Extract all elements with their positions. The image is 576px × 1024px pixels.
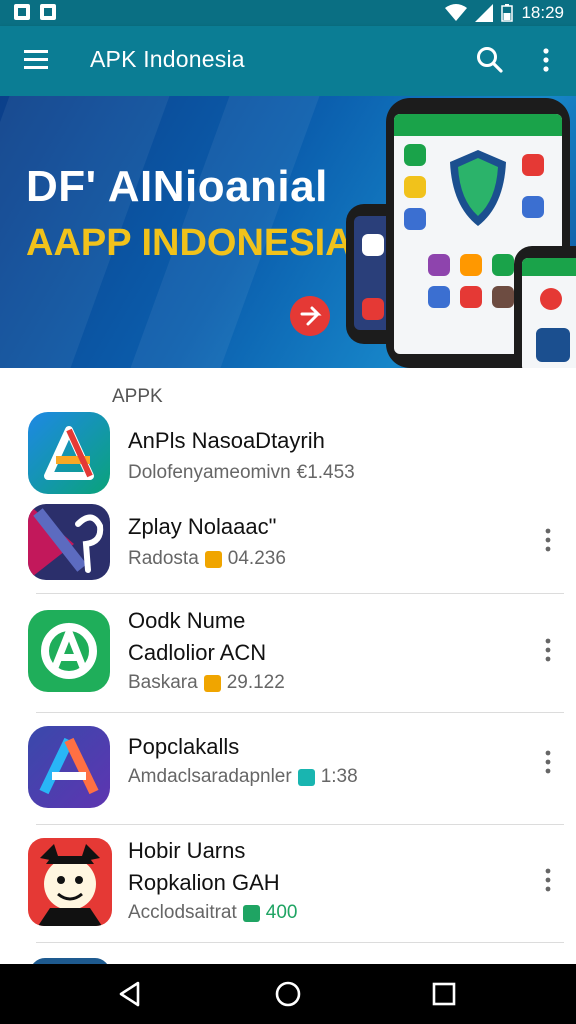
app-logo-icon bbox=[28, 838, 112, 926]
recents-icon[interactable] bbox=[428, 978, 460, 1010]
app-logo-icon bbox=[28, 726, 110, 808]
badge-icon bbox=[297, 768, 315, 786]
app-bar: APK Indonesia bbox=[0, 26, 576, 96]
app-stat: 1:38 bbox=[320, 766, 358, 787]
battery-icon bbox=[501, 4, 514, 22]
badge-icon bbox=[242, 904, 260, 922]
divider bbox=[36, 712, 564, 713]
app-logo-icon bbox=[28, 504, 110, 580]
promo-banner[interactable]: DF' AINioanial AAPP INDONESIA bbox=[0, 96, 576, 368]
back-icon[interactable] bbox=[114, 978, 146, 1010]
app-tile bbox=[492, 254, 514, 276]
phone-header bbox=[394, 114, 562, 136]
app-icon bbox=[28, 610, 110, 692]
list-item[interactable]: Oodk Nume Cadlolior ACN Baskara 29.122 bbox=[0, 606, 576, 714]
home-icon[interactable] bbox=[272, 978, 304, 1010]
app-icon bbox=[28, 412, 110, 494]
app-name: AnPls NasoaDtayrih bbox=[128, 428, 325, 453]
phone-illustration bbox=[514, 246, 576, 368]
app-tile bbox=[492, 286, 514, 308]
more-vert-icon[interactable] bbox=[536, 636, 560, 664]
app-stat: 29.122 bbox=[226, 672, 285, 693]
phone-header bbox=[522, 258, 576, 276]
app-name: Oodk Nume bbox=[128, 608, 246, 633]
list-item[interactable]: Hobir Uarns Ropkalion GAH Acclodsaitrat … bbox=[0, 836, 576, 944]
badge-icon bbox=[204, 550, 222, 568]
app-tile bbox=[522, 196, 544, 218]
section-heading: APPK bbox=[112, 386, 163, 407]
app-title: APK Indonesia bbox=[90, 46, 245, 72]
app-tile bbox=[362, 298, 384, 320]
app-tile bbox=[460, 254, 482, 276]
app-stat: 04.236 bbox=[227, 548, 286, 569]
app-stat: 400 bbox=[265, 902, 298, 923]
notification-icon bbox=[14, 4, 30, 20]
badge-icon bbox=[203, 674, 221, 692]
list-item[interactable]: AnPls NasoaDtayrih Dolofenyameomivn €1.4… bbox=[0, 412, 576, 498]
list-item[interactable]: Popclakalls Amdaclsaradapnler 1:38 bbox=[0, 724, 576, 832]
app-tile bbox=[428, 254, 450, 276]
list-item[interactable]: Zplay Nolaaac" Radosta 04.236 bbox=[0, 504, 576, 594]
app-icon bbox=[28, 726, 110, 808]
app-meta: Radosta 04.236 bbox=[128, 548, 286, 570]
list-item[interactable] bbox=[0, 954, 576, 964]
app-logo-icon bbox=[28, 412, 110, 494]
wifi-icon bbox=[445, 4, 468, 21]
more-vert-icon[interactable] bbox=[536, 748, 560, 776]
signal-icon bbox=[475, 4, 494, 22]
search-icon[interactable] bbox=[474, 44, 506, 76]
more-vert-icon[interactable] bbox=[534, 44, 558, 76]
app-category: Radosta bbox=[128, 548, 199, 569]
app-meta: Acclodsaitrat 400 bbox=[128, 902, 297, 924]
notification-icon bbox=[40, 4, 56, 20]
divider bbox=[36, 824, 564, 825]
app-tile bbox=[404, 208, 426, 230]
app-category: Dolofenyameomivn bbox=[128, 462, 291, 483]
play-icon[interactable] bbox=[290, 296, 330, 336]
app-meta: Dolofenyameomivn €1.453 bbox=[128, 462, 355, 484]
app-tile bbox=[460, 286, 482, 308]
menu-icon[interactable] bbox=[24, 48, 52, 72]
system-nav-bar bbox=[0, 964, 576, 1024]
app-icon bbox=[28, 838, 112, 926]
app-meta: Amdaclsaradapnler 1:38 bbox=[128, 766, 358, 788]
more-vert-icon[interactable] bbox=[536, 526, 560, 554]
app-category: Acclodsaitrat bbox=[128, 902, 237, 923]
app-tile bbox=[404, 144, 426, 166]
app-tile bbox=[362, 234, 384, 256]
app-name: Popclakalls bbox=[128, 734, 240, 759]
clock: 18:29 bbox=[521, 3, 564, 22]
app-tile bbox=[522, 154, 544, 176]
app-tile bbox=[428, 286, 450, 308]
app-category: Amdaclsaradapnler bbox=[128, 766, 292, 787]
status-bar: 18:29 bbox=[0, 0, 576, 26]
app-name: Zplay Nolaaac" bbox=[128, 514, 277, 539]
divider bbox=[36, 942, 564, 943]
app-meta: Baskara 29.122 bbox=[128, 672, 285, 694]
app-name-line2: Cadlolior ACN bbox=[128, 640, 267, 665]
banner-headline: DF' AINioanial bbox=[26, 162, 328, 211]
system-indicators: 18:29 bbox=[445, 3, 564, 23]
app-icon bbox=[28, 504, 110, 580]
notification-icons bbox=[14, 4, 56, 20]
banner-subheadline: AAPP INDONESIA bbox=[26, 222, 353, 264]
app-tile bbox=[404, 176, 426, 198]
shield-icon bbox=[450, 150, 506, 226]
app-stat: €1.453 bbox=[296, 462, 355, 483]
divider bbox=[36, 593, 564, 594]
app-category: Baskara bbox=[128, 672, 198, 693]
app-logo-icon bbox=[28, 610, 110, 692]
more-vert-icon[interactable] bbox=[536, 866, 560, 894]
app-tile bbox=[540, 288, 562, 310]
app-name: Hobir Uarns bbox=[128, 838, 246, 863]
app-name-line2: Ropkalion GAH bbox=[128, 870, 280, 895]
app-tile bbox=[536, 328, 570, 362]
